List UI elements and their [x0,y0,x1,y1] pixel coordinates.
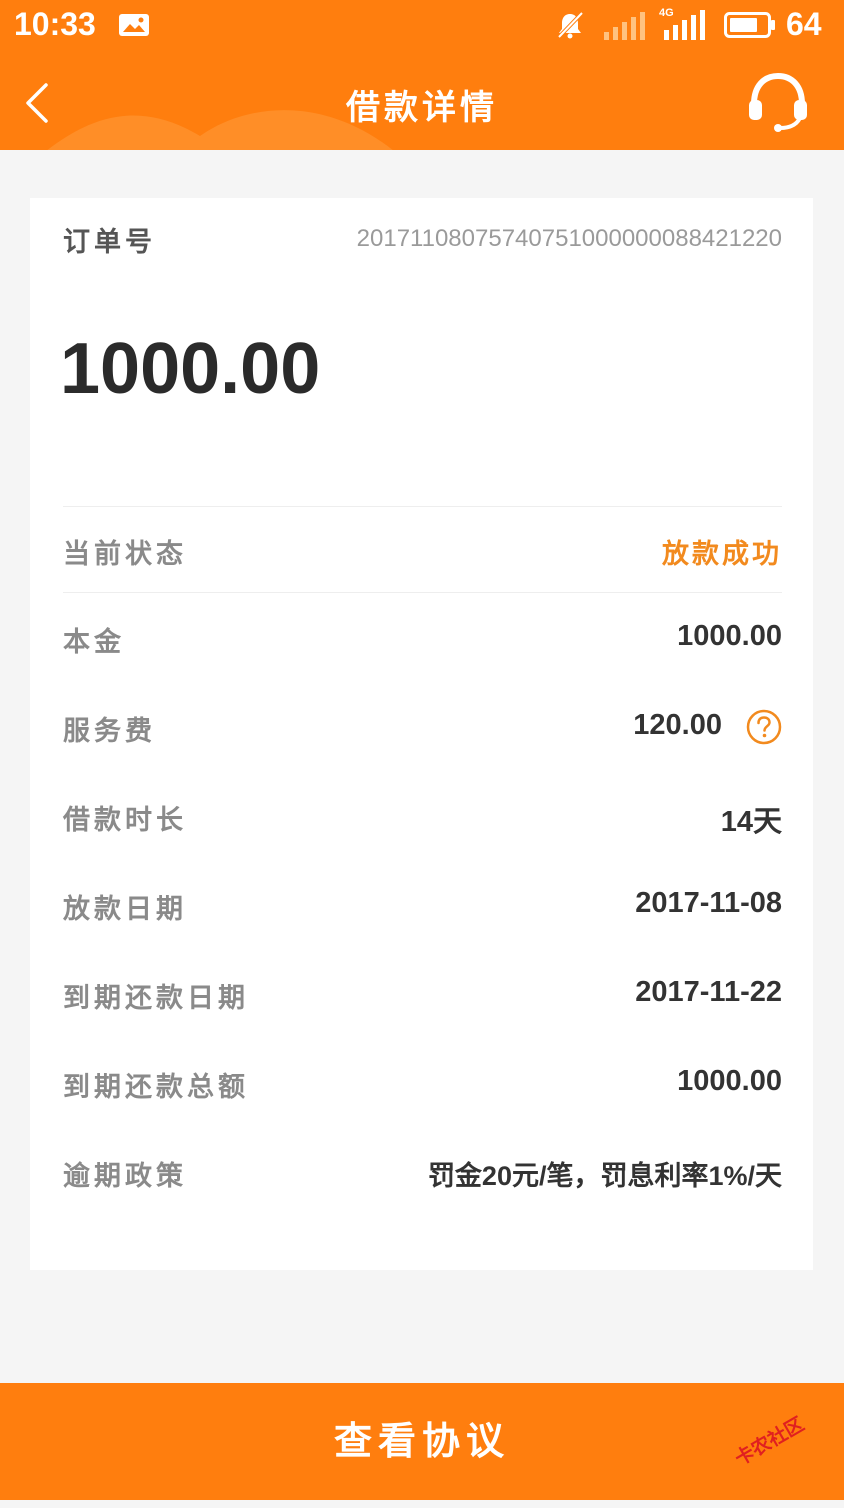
status-bar: 10:33 4G 64 [0,0,844,52]
divider [63,592,782,593]
row-service-fee: 服务费 120.00 [63,709,782,749]
status-value: 放款成功 [662,539,782,570]
row-loan-term: 借款时长 14天 [63,798,782,838]
overdue-policy-label: 逾期政策 [63,1161,187,1192]
row-due-date: 到期还款日期 2017-11-22 [63,976,782,1016]
image-notification-icon [119,14,149,36]
row-overdue-policy: 逾期政策 罚金20元/笔，罚息利率1%/天 [63,1154,782,1194]
signal-strength-icon [604,12,645,40]
divider [63,506,782,507]
disbursement-date-label: 放款日期 [63,894,187,925]
principal-label: 本金 [63,627,125,658]
mute-bell-icon [557,11,584,39]
order-number-value: 20171108075740751000000088421220 [356,225,782,252]
signal-strength-4g-icon [664,10,705,40]
due-date-value: 2017-11-22 [635,976,782,1008]
status-time: 10:33 [14,6,96,42]
loan-detail-card: 订单号 20171108075740751000000088421220 100… [30,198,813,1270]
loan-term-value: 14天 [720,806,782,838]
row-status: 当前状态 放款成功 [63,532,782,572]
total-due-value: 1000.00 [677,1065,782,1097]
principal-value: 1000.00 [677,620,782,652]
view-agreement-button[interactable]: 查看协议 [0,1383,844,1500]
disbursement-date-value: 2017-11-08 [635,887,782,919]
service-fee-value: 120.00 [633,709,722,741]
question-mark-icon[interactable] [746,709,782,745]
page-title: 借款详情 [346,88,498,128]
total-due-label: 到期还款总额 [63,1072,249,1103]
overdue-policy-value: 罚金20元/笔，罚息利率1%/天 [427,1161,782,1191]
service-fee-label: 服务费 [63,716,156,747]
loan-term-label: 借款时长 [63,805,187,836]
status-label: 当前状态 [63,539,187,570]
loan-amount: 1000.00 [60,329,321,409]
due-date-label: 到期还款日期 [63,983,249,1014]
battery-level: 64 [786,6,822,42]
app-header: 10:33 4G 64 借款详情 [0,0,844,150]
headset-icon[interactable] [744,70,812,132]
order-number-label: 订单号 [63,227,156,258]
row-disbursement-date: 放款日期 2017-11-08 [63,887,782,927]
row-principal: 本金 1000.00 [63,620,782,660]
battery-icon [724,12,775,38]
row-total-due: 到期还款总额 1000.00 [63,1065,782,1105]
